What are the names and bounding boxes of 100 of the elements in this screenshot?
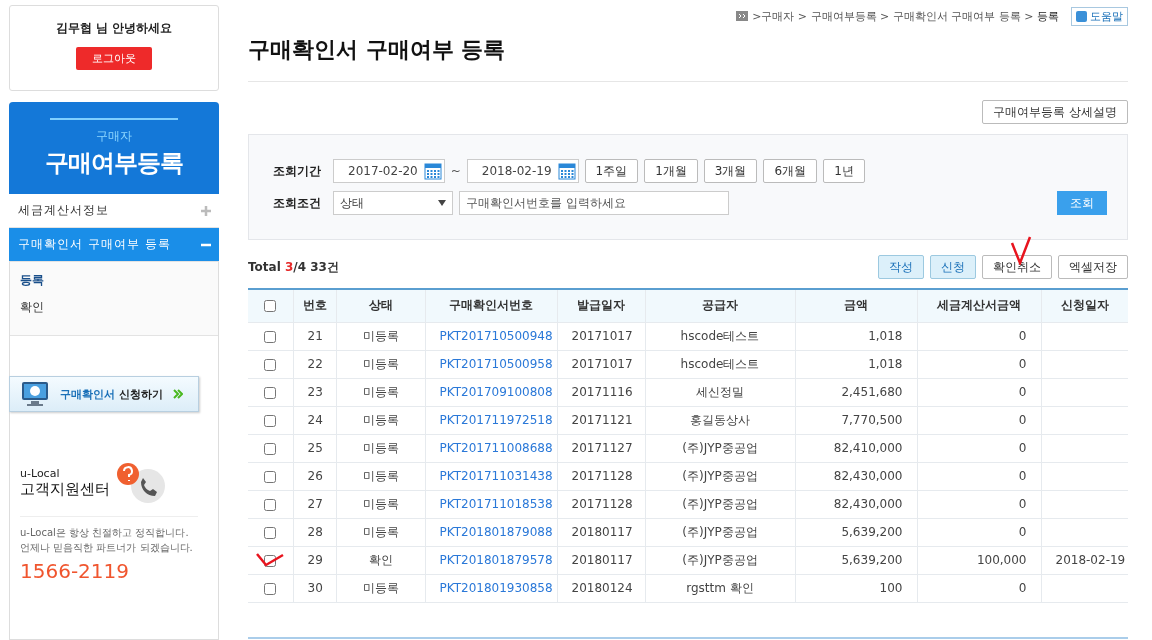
apply-banner[interactable]: 구매확인서 신청하기 (9, 376, 199, 412)
date-field[interactable]: 2018-02-19 (466, 159, 579, 183)
sidebar-item-label: 구매확인서 구매여부 등록 (18, 236, 171, 253)
table-cell: 30 (293, 574, 336, 602)
dropdown-caret-icon (438, 200, 446, 206)
table-cell: 28 (293, 518, 336, 546)
select-all-checkbox[interactable] (264, 300, 277, 313)
table-cell: (주)JYP중공업 (645, 546, 795, 574)
period-label: 조회기간 (273, 162, 322, 180)
range-button[interactable]: 3개월 (703, 159, 758, 183)
range-button[interactable]: 6개월 (763, 159, 818, 183)
row-checkbox[interactable] (264, 414, 277, 427)
total-count: Total 3/4 33건 (248, 258, 339, 276)
table-cell: 25 (293, 434, 336, 462)
column-header: 공급자 (645, 289, 795, 322)
row-checkbox[interactable] (264, 582, 277, 595)
table-cell: rgsttm 확인 (645, 574, 795, 602)
table-cell: 20180124 (557, 574, 645, 602)
row-checkbox[interactable] (264, 386, 277, 399)
table-cell: 7,770,500 (795, 406, 917, 434)
apply-banner-label: 구매확인서 신청하기 (60, 386, 163, 402)
action-button[interactable]: 신청 (930, 255, 976, 279)
table-cell: 23 (293, 378, 336, 406)
table-cell: 0 (917, 574, 1041, 602)
table-cell: (주)JYP중공업 (645, 518, 795, 546)
action-button[interactable]: 확인취소 (982, 255, 1052, 279)
sidebar-item-label: 세금계산서정보 (18, 202, 109, 219)
support-title: 고객지원센터 (20, 480, 110, 499)
table-cell: 20180117 (557, 546, 645, 574)
table-cell: 20171116 (557, 378, 645, 406)
detail-button[interactable]: 구매여부등록 상세설명 (982, 100, 1128, 124)
greeting-text: 김무협 님 안녕하세요 (55, 20, 173, 37)
table-cell: 22 (293, 350, 336, 378)
range-separator: ~ (450, 164, 461, 178)
table-cell: (주)JYP중공업 (645, 490, 795, 518)
column-header: 구매확인서번호 (425, 289, 557, 322)
table-cell: 미등록 (336, 574, 425, 602)
calendar-icon[interactable] (423, 162, 442, 180)
table-cell: 20171017 (557, 350, 645, 378)
date-field[interactable]: 2017-02-20 (333, 159, 445, 183)
sidebar-item[interactable]: 세금계산서정보 (9, 194, 219, 228)
table-cell: 0 (917, 434, 1041, 462)
table-cell: 20171127 (557, 434, 645, 462)
table-cell: 미등록 (336, 322, 425, 350)
row-checkbox[interactable] (264, 554, 277, 567)
sidebar-title: 구매여부등록 (45, 148, 183, 179)
help-link[interactable]: 도움말 (1071, 6, 1128, 26)
action-button[interactable]: 작성 (878, 255, 924, 279)
table-cell: 20171017 (557, 322, 645, 350)
calendar-icon[interactable] (557, 162, 576, 180)
table-cell: 0 (917, 350, 1041, 378)
search-button[interactable]: 조회 (1057, 191, 1107, 215)
column-header: 세금계산서금액 (917, 289, 1041, 322)
submenu-item[interactable]: 확인 (20, 299, 208, 316)
range-button[interactable]: 1주일 (584, 159, 639, 183)
table-cell: 미등록 (336, 462, 425, 490)
status-select[interactable]: 상태 (333, 191, 453, 215)
table-cell: 2,451,680 (795, 378, 917, 406)
action-button[interactable]: 엑셀저장 (1058, 255, 1128, 279)
table-cell: 0 (917, 490, 1041, 518)
row-checkbox[interactable] (264, 470, 277, 483)
sidebar-item[interactable]: 구매확인서 구매여부 등록 (9, 228, 219, 262)
row-checkbox[interactable] (264, 442, 277, 455)
table-cell: 82,430,000 (795, 490, 917, 518)
table-cell: hscode테스트 (645, 322, 795, 350)
double-chevron-icon (172, 389, 183, 399)
table-cell: 미등록 (336, 378, 425, 406)
table-cell: 미등록 (336, 434, 425, 462)
breadcrumb: >구매자 > 구매여부등록 > 구매확인서 구매여부 등록 > 등록 (752, 8, 1059, 24)
table-cell: 확인 (336, 546, 425, 574)
support-text: u-Local은 항상 친절하고 정직합니다. 언제나 믿음직한 파트너가 되겠습니다. (20, 526, 194, 555)
logout-button[interactable]: 로그아웃 (76, 47, 152, 70)
range-button[interactable]: 1년 (823, 159, 865, 183)
submenu-item[interactable]: 등록 (20, 272, 208, 289)
phone-help-icon (116, 462, 168, 504)
condition-label: 조회조건 (273, 194, 322, 212)
range-button[interactable]: 1개월 (644, 159, 698, 183)
table-cell: 1,018 (795, 350, 917, 378)
help-icon (1076, 10, 1087, 22)
table-cell: 홍길동상사 (645, 406, 795, 434)
table-cell: hscode테스트 (645, 350, 795, 378)
row-checkbox[interactable] (264, 526, 277, 539)
search-field[interactable]: 구매확인서번호를 입력하세요 (459, 191, 729, 215)
table-cell: 27 (293, 490, 336, 518)
table-cell: 26 (293, 462, 336, 490)
table-cell: 100,000 (917, 546, 1041, 574)
row-checkbox[interactable] (264, 330, 277, 343)
table-cell: 0 (917, 462, 1041, 490)
table-cell: 미등록 (336, 406, 425, 434)
column-header: 상태 (336, 289, 425, 322)
table-cell: 0 (917, 406, 1041, 434)
table-cell: 82,410,000 (795, 434, 917, 462)
table-cell: 20171121 (557, 406, 645, 434)
column-header: 발급일자 (557, 289, 645, 322)
table-cell: 5,639,200 (795, 518, 917, 546)
table-cell: 20171128 (557, 490, 645, 518)
column-header: 신청일자 (1041, 289, 1128, 322)
row-checkbox[interactable] (264, 498, 277, 511)
table-cell: (주)JYP중공업 (645, 462, 795, 490)
row-checkbox[interactable] (264, 358, 277, 371)
